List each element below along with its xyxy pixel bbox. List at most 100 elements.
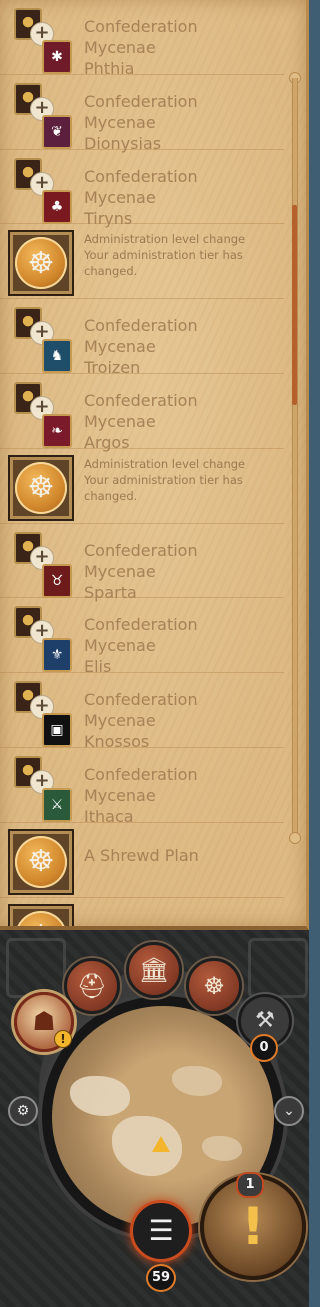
ant-icon: ✱ — [42, 40, 72, 74]
confederation-icon: + ⚔ — [12, 754, 72, 822]
tab-government[interactable]: 🏛 — [126, 942, 182, 998]
event-title: Administration level change — [84, 232, 246, 247]
map-filter-button[interactable]: ⌄ — [274, 1096, 304, 1126]
event-log-panel: + ✱ Confederation Mycenae Phthia + ❦ Confederat… — [0, 0, 309, 930]
event-title: Confederation — [84, 615, 198, 635]
event-text: Confederation Mycenae Dionysias — [84, 91, 278, 154]
scrollbar-track[interactable] — [292, 78, 298, 840]
event-row[interactable]: ☸ Administration level change Your adminis… — [0, 224, 284, 300]
event-row-partial[interactable]: ☸ — [0, 898, 284, 926]
tool-count-badge: 0 — [250, 1034, 278, 1062]
labyrinth-icon: ▣ — [42, 713, 72, 748]
bull-icon: ♉ — [42, 563, 72, 598]
chevron-down-icon: ⌄ — [283, 1103, 295, 1119]
event-title: Confederation — [84, 690, 198, 710]
confederation-icon: + ▣ — [12, 679, 72, 748]
event-text: Confederation Mycenae Tiryns — [84, 166, 278, 229]
event-faction: Mycenae — [84, 785, 156, 805]
scrollbar-bottom-cap[interactable] — [289, 832, 301, 844]
temple-icon: 🏛 — [138, 956, 170, 984]
minimap-land — [112, 1116, 182, 1176]
event-text: Confederation Mycenae Elis — [84, 614, 278, 677]
event-description: Your administration tier has changed. — [84, 248, 243, 279]
hud-panel: ⛑ 🏛 ☸ ☗ ! ⚒ 0 ⚙ ⌄ ☰ 59 ! 1 — [0, 930, 309, 1307]
plan-icon: ☸ — [8, 903, 74, 926]
event-faction: Mycenae — [84, 38, 156, 57]
confederation-icon: + ✱ — [12, 6, 72, 74]
event-faction: Mycenae — [84, 561, 156, 581]
ornament-left — [6, 938, 66, 998]
event-text: Confederation Mycenae Argos — [84, 390, 278, 453]
event-title: Confederation — [84, 540, 198, 560]
minimap-land — [202, 1136, 242, 1161]
event-row[interactable]: + ♣ Confederation Mycenae Tiryns — [0, 150, 284, 228]
hammer-icon: ⚒ — [255, 1008, 275, 1033]
event-text: Confederation Mycenae Knossos — [84, 689, 278, 752]
triskelion-icon: ☸ — [203, 972, 225, 1000]
alert-count-badge: 1 — [236, 1172, 264, 1198]
event-faction: Mycenae — [84, 636, 156, 656]
tab-military[interactable]: ⛑ — [64, 958, 120, 1014]
plan-icon: ☸ — [8, 828, 74, 895]
event-row[interactable]: ☸ A Shrewd Plan — [0, 823, 284, 898]
event-list-toggle-button[interactable]: ☰ — [130, 1200, 192, 1262]
event-faction: Mycenae — [84, 187, 156, 207]
exclamation-icon: ! — [241, 1197, 265, 1257]
event-title: Confederation — [84, 166, 198, 186]
event-row[interactable]: + ♉ Confederation Mycenae Sparta — [0, 524, 284, 602]
event-title: Confederation — [84, 390, 198, 410]
event-description: Your administration tier has changed. — [84, 472, 243, 503]
advisor-alert-badge: ! — [54, 1030, 72, 1048]
hoplite-helmet-icon: ⛑ — [76, 972, 108, 1000]
administration-icon: ☸ — [8, 454, 74, 521]
event-row[interactable]: + ▣ Confederation Mycenae Knossos — [0, 673, 284, 751]
event-title: Administration level change — [84, 456, 246, 471]
event-row[interactable]: + ❧ Confederation Mycenae Argos — [0, 374, 284, 452]
event-row[interactable]: + ⚔ Confederation Mycenae Ithaca — [0, 748, 284, 826]
event-faction: Mycenae — [84, 337, 156, 357]
event-title: A Shrewd Plan — [84, 845, 199, 865]
minimap-land — [70, 1076, 130, 1116]
event-title: Confederation — [84, 316, 198, 336]
event-row[interactable]: + ✱ Confederation Mycenae Phthia — [0, 0, 284, 78]
event-row[interactable]: + ⚜ Confederation Mycenae Elis — [0, 598, 284, 676]
event-title: Confederation — [84, 17, 198, 36]
event-faction: Mycenae — [84, 112, 156, 132]
confederation-icon: + ♉ — [12, 530, 72, 598]
grapes-icon: ❦ — [42, 114, 72, 149]
oars-icon: ⚔ — [42, 787, 72, 822]
event-text: A Shrewd Plan — [84, 845, 278, 866]
gear-icon: ⚙ — [16, 1103, 30, 1119]
triskelion-icon: ☸ — [15, 461, 67, 514]
event-row[interactable]: ☸ Administration level change Your adminis… — [0, 449, 284, 524]
event-faction: Mycenae — [84, 411, 156, 431]
event-title: Confederation — [84, 764, 198, 784]
event-text: Confederation Mycenae Troizen — [84, 315, 278, 378]
event-title: Confederation — [84, 91, 198, 111]
event-text: Administration level change Your administ… — [84, 231, 278, 279]
settings-button[interactable]: ⚙ — [8, 1096, 38, 1126]
administration-icon: ☸ — [8, 230, 74, 297]
event-text: Administration level change Your administ… — [84, 456, 278, 504]
tree-icon: ♣ — [42, 189, 72, 224]
minimap-land — [172, 1066, 222, 1096]
scrollbar-thumb[interactable] — [292, 205, 297, 405]
confederation-icon: + ⚜ — [12, 604, 72, 673]
triskelion-icon: ☸ — [15, 910, 67, 926]
confederation-icon: + ♣ — [12, 156, 72, 224]
event-row[interactable]: + ❦ Confederation Mycenae Dionysias — [0, 75, 284, 153]
beast-icon: ❧ — [42, 413, 72, 448]
confederation-icon: + ❧ — [12, 380, 72, 448]
event-count-badge: 59 — [146, 1264, 176, 1292]
event-text: Confederation Mycenae Ithaca — [84, 764, 278, 827]
confederation-icon: + ❦ — [12, 81, 72, 149]
confederation-icon: + ♞ — [12, 305, 72, 374]
event-text: Confederation Mycenae Phthia — [84, 16, 278, 79]
triskelion-icon: ☸ — [15, 835, 67, 888]
event-faction: Mycenae — [84, 711, 156, 731]
minimap-camera-marker — [152, 1136, 170, 1152]
tab-administration[interactable]: ☸ — [186, 958, 242, 1014]
list-icon: ☰ — [148, 1214, 174, 1247]
event-row[interactable]: + ♞ Confederation Mycenae Troizen — [0, 299, 284, 377]
advisor-hat-icon: ☗ — [32, 1007, 56, 1037]
